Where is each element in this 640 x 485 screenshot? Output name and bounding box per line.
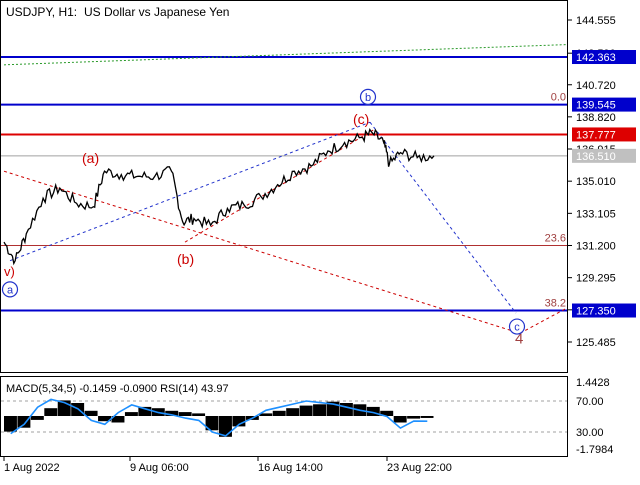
fib-label-2: 38.2 xyxy=(545,298,566,310)
fib-label-1: 23.6 xyxy=(545,233,566,245)
macd-bar-9 xyxy=(124,412,138,416)
chart-description: US Dollar vs Japanese Yen xyxy=(84,5,229,19)
price-tag-label-4: 127.350 xyxy=(576,306,616,318)
wave-label-a-paren: (a) xyxy=(82,150,99,166)
wave-label-b-paren: (b) xyxy=(177,251,194,267)
price-tag-label-0: 142.363 xyxy=(576,52,616,64)
time-axis-group: 1 Aug 2022 9 Aug 06:00 16 Aug 14:00 23 Aug … xyxy=(3,457,452,474)
macd-bar-23 xyxy=(313,404,326,416)
macd-bar-0 xyxy=(4,416,17,432)
macd-bar-30 xyxy=(407,416,421,419)
price-axis-group: 144.555142.590140.720138.820136.915135.0… xyxy=(567,15,636,456)
indicator-min-label: -1.7984 xyxy=(576,444,613,456)
wave-label-v: v) xyxy=(4,264,15,279)
wave-label-b-circle-text: b xyxy=(365,92,371,104)
price-tag-label-2: 137.777 xyxy=(576,129,616,141)
chart-symbol: USDJPY, H1: xyxy=(6,5,77,19)
time-tick-label-2: 16 Aug 14:00 xyxy=(258,462,323,474)
macd-bar-21 xyxy=(286,408,300,416)
macd-bar-20 xyxy=(272,410,286,416)
chart-window: USDJPY, H1: US Dollar vs Japanese Yen MA… xyxy=(0,0,640,480)
price-tick-label-10: 125.485 xyxy=(576,337,616,349)
macd-bar-31 xyxy=(420,416,434,418)
indicator-max-label: 1.4428 xyxy=(576,377,610,389)
price-tick-label-2: 140.720 xyxy=(576,80,616,92)
wave-label-c-circle-text: c xyxy=(514,322,520,334)
price-tick-label-5: 135.010 xyxy=(576,176,616,188)
price-tick-label-7: 131.200 xyxy=(576,241,616,253)
chart-svg[interactable]: USDJPY, H1: US Dollar vs Japanese Yen MA… xyxy=(0,0,640,480)
macd-bar-6 xyxy=(84,410,98,416)
time-tick-label-0: 1 Aug 2022 xyxy=(4,462,60,474)
macd-bar-13 xyxy=(178,412,192,416)
macd-bar-16 xyxy=(219,416,232,437)
price-tag-label-1: 139.545 xyxy=(576,100,616,112)
macd-bar-2 xyxy=(30,416,44,420)
indicator-header: MACD(5,34,5) -0.1459 -0.0900 RSI(14) 43.… xyxy=(6,383,229,395)
macd-bar-3 xyxy=(44,408,58,416)
macd-bar-22 xyxy=(299,405,313,416)
price-tick-label-0: 144.555 xyxy=(576,15,616,27)
wave-label-c-paren: (c) xyxy=(353,111,369,127)
rsi-30-label: 30.00 xyxy=(576,427,604,439)
macd-bar-14 xyxy=(192,413,206,416)
price-tag-label-3: 136.510 xyxy=(576,151,616,163)
time-tick-label-1: 9 Aug 06:00 xyxy=(130,462,189,474)
fib-label-0: 0.0 xyxy=(551,92,566,104)
macd-bar-25 xyxy=(339,403,353,416)
price-tick-label-6: 133.105 xyxy=(576,208,616,220)
macd-bar-29 xyxy=(393,416,407,423)
price-tick-label-3: 138.820 xyxy=(576,112,616,124)
price-tick-label-8: 129.295 xyxy=(576,273,616,285)
time-tick-label-3: 23 Aug 22:00 xyxy=(387,462,452,474)
rsi-70-label: 70.00 xyxy=(576,396,604,408)
wave-label-a-circle-text: a xyxy=(7,284,14,296)
